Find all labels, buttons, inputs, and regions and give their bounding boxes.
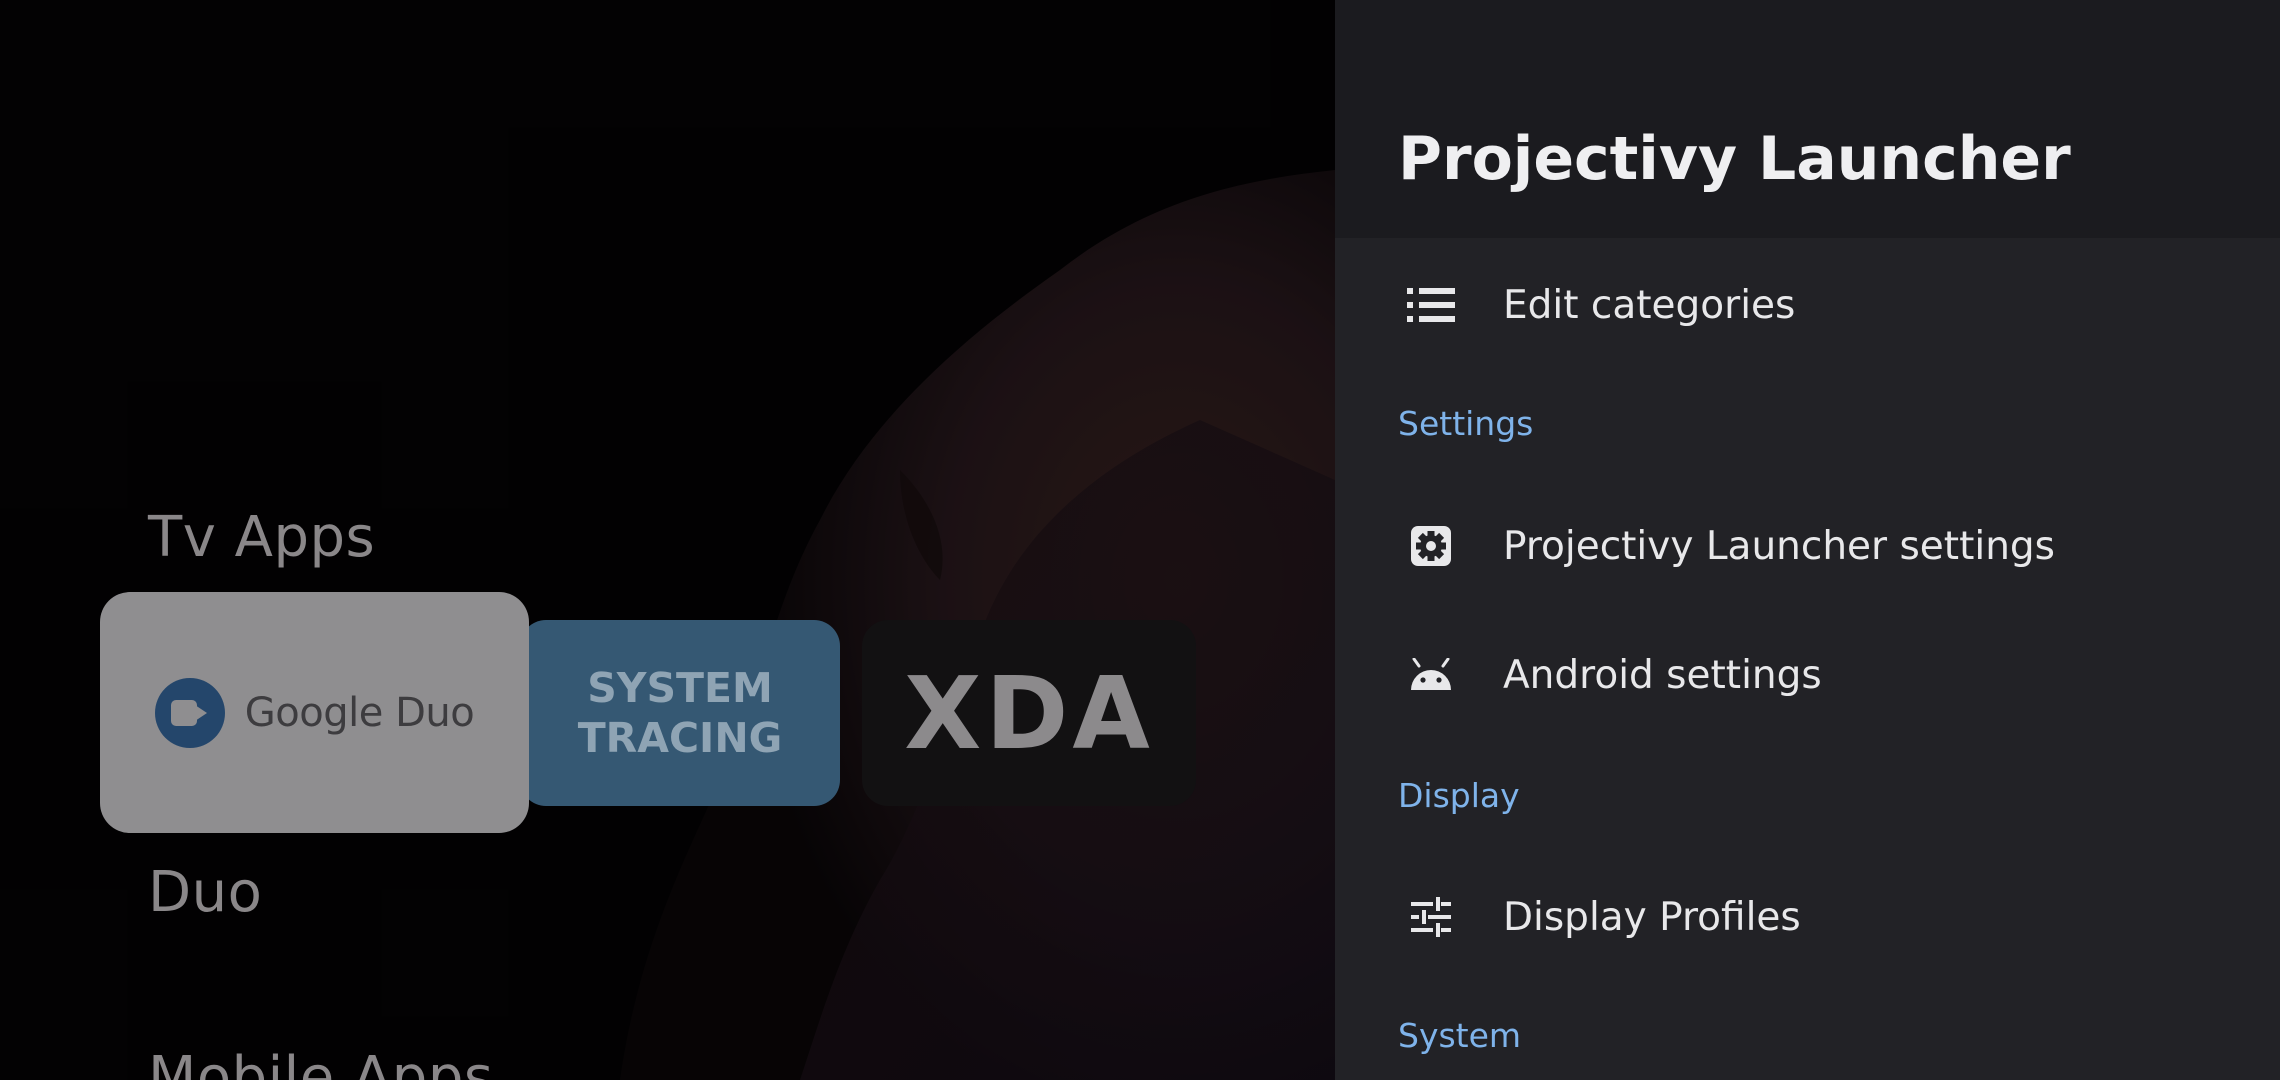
duo-logo-text: Google Duo (244, 689, 475, 736)
xda-logo-text: XDA (904, 654, 1154, 772)
menu-label: Display Profiles (1503, 894, 1801, 940)
panel-header: Projectivy Launcher (1335, 0, 2280, 238)
gear-icon (1405, 520, 1457, 572)
panel-title: Projectivy Launcher (1398, 124, 2071, 194)
app-tile-xda[interactable]: XDA (862, 620, 1196, 806)
section-header-system: System (1398, 1016, 1522, 1055)
app-tile-system-tracing[interactable]: SYSTEM TRACING (520, 620, 840, 806)
menu-item-launcher-settings[interactable]: Projectivy Launcher settings (1335, 491, 2280, 601)
app-tile-google-duo[interactable]: Google Duo (100, 592, 529, 833)
menu-label: Edit categories (1503, 282, 1796, 328)
menu-label: Projectivy Launcher settings (1503, 523, 2055, 569)
focused-app-name: Duo (148, 860, 263, 925)
section-header-display: Display (1398, 776, 1520, 815)
row-title-mobile-apps: Mobile Apps (148, 1045, 494, 1080)
launcher-home: Tv Apps Google Duo SYSTEM TRACING XDA Du… (0, 0, 1335, 1080)
menu-item-edit-categories[interactable]: Edit categories (1335, 250, 2280, 360)
android-icon (1405, 649, 1457, 701)
tune-icon (1405, 891, 1457, 943)
menu-item-display-profiles[interactable]: Display Profiles (1335, 862, 2280, 972)
menu-label: Android settings (1503, 652, 1822, 698)
row-title-tv-apps: Tv Apps (148, 505, 376, 570)
duo-camera-icon (154, 677, 225, 748)
menu-item-android-settings[interactable]: Android settings (1335, 620, 2280, 730)
section-header-settings: Settings (1398, 404, 1534, 443)
list-icon (1405, 279, 1457, 331)
tracing-line-1: SYSTEM (587, 664, 773, 712)
launcher-options-panel: Projectivy Launcher Edit categories Sett… (1335, 0, 2280, 1080)
tracing-line-2: TRACING (577, 714, 783, 762)
